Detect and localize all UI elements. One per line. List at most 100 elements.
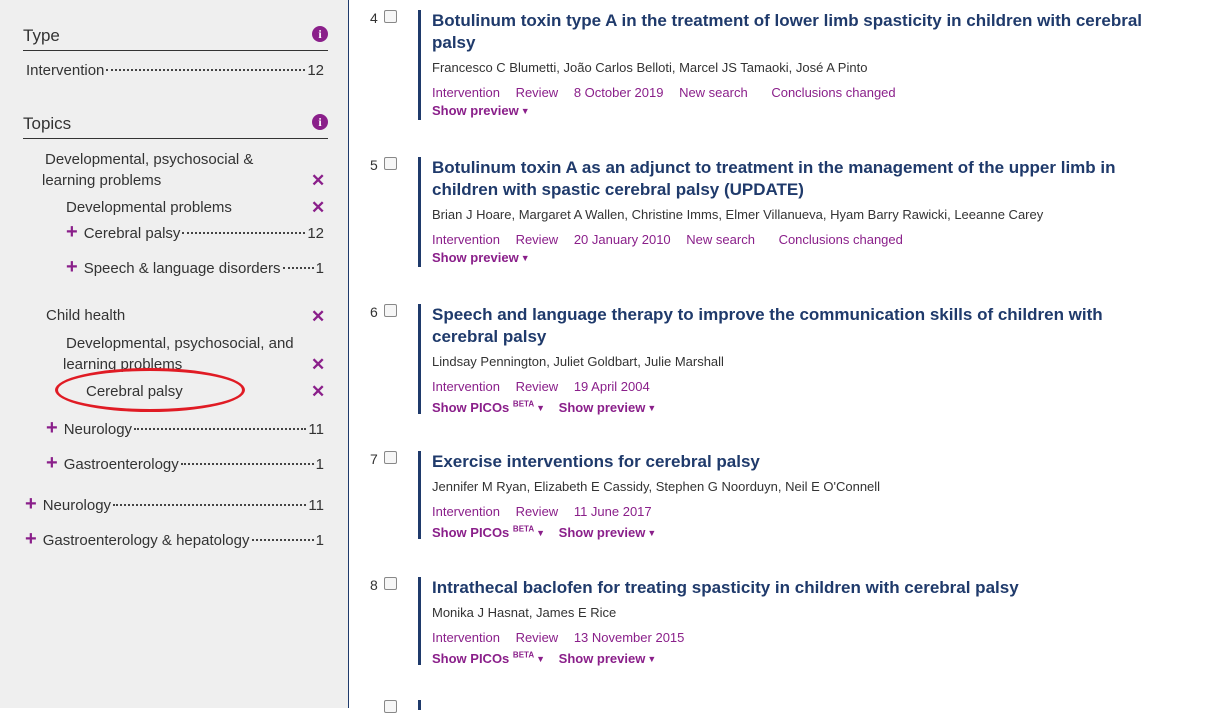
- result-type: Intervention: [432, 630, 500, 645]
- remove-filter-icon[interactable]: ✕: [311, 308, 325, 325]
- show-preview-label: Show preview: [432, 103, 519, 118]
- result-item: 5 Botulinum toxin A as an adjunct to tre…: [362, 157, 1142, 267]
- topic-item-gastroenterology-hepatology[interactable]: + Gastroenterology & hepatology 1: [25, 529, 324, 549]
- result-bar: [418, 10, 421, 120]
- result-title-link[interactable]: Intrathecal baclofen for treating spasti…: [432, 577, 1142, 599]
- result-stage: Review: [515, 630, 559, 645]
- show-preview-button[interactable]: Show preview ▼: [432, 103, 530, 118]
- result-date: 11 June 2017: [573, 504, 652, 519]
- selected-topic-developmental-psychosocial-and[interactable]: Developmental, psychosocial, and: [66, 333, 294, 354]
- result-date: 19 April 2004: [573, 379, 650, 394]
- show-picos-label: Show PICOs: [432, 525, 510, 541]
- topic-label: Neurology: [42, 497, 112, 514]
- result-checkbox[interactable]: [384, 304, 397, 317]
- show-picos-button[interactable]: Show PICOs BETA ▼: [432, 400, 545, 415]
- result-bar: [418, 577, 421, 665]
- dot-leader: [134, 428, 307, 430]
- info-icon[interactable]: i: [312, 26, 328, 42]
- result-stage: Review: [515, 232, 559, 247]
- result-number: 7: [370, 451, 378, 467]
- expand-plus-icon[interactable]: +: [46, 453, 58, 473]
- topic-label: Gastroenterology: [63, 456, 179, 473]
- result-meta: Intervention Review 13 November 2015: [432, 629, 1142, 647]
- result-item: 7 Exercise interventions for cerebral pa…: [362, 451, 1142, 540]
- result-date: 8 October 2019: [573, 85, 664, 100]
- show-picos-label: Show PICOs: [432, 400, 510, 416]
- show-preview-button[interactable]: Show preview ▼: [559, 651, 657, 666]
- result-authors: Francesco C Blumetti, João Carlos Bellot…: [432, 60, 868, 75]
- result-bar: [418, 304, 421, 414]
- result-authors: Lindsay Pennington, Juliet Goldbart, Jul…: [432, 354, 724, 369]
- remove-filter-icon[interactable]: ✕: [311, 172, 325, 189]
- filter-item-intervention[interactable]: Intervention 12: [26, 62, 324, 79]
- topic-label: Gastroenterology & hepatology: [42, 532, 250, 549]
- info-icon[interactable]: i: [312, 114, 328, 130]
- topic-label: Developmental, psychosocial &: [45, 151, 254, 168]
- result-title-link[interactable]: Botulinum toxin A as an adjunct to treat…: [432, 157, 1142, 201]
- topic-item-cerebral-palsy[interactable]: + Cerebral palsy 12: [66, 222, 324, 242]
- result-title-link[interactable]: Speech and language therapy to improve t…: [432, 304, 1142, 348]
- caret-down-icon: ▼: [520, 106, 530, 116]
- dot-leader: [113, 504, 307, 506]
- selected-topic-developmental-psychosocial-line2[interactable]: learning problems: [42, 170, 161, 191]
- dot-leader: [106, 69, 306, 71]
- show-picos-button[interactable]: Show PICOs BETA ▼: [432, 651, 545, 666]
- caret-down-icon: ▼: [536, 403, 546, 414]
- show-preview-label: Show preview: [558, 400, 646, 416]
- result-checkbox[interactable]: [384, 700, 397, 713]
- topic-item-neurology-sub[interactable]: + Neurology 11: [46, 418, 324, 438]
- result-type: Intervention: [432, 379, 500, 394]
- result-flag-new-search: New search: [679, 85, 748, 100]
- remove-filter-icon[interactable]: ✕: [311, 356, 325, 373]
- topic-item-speech-language[interactable]: + Speech & language disorders 1: [66, 257, 324, 277]
- show-picos-button[interactable]: Show PICOs BETA ▼: [432, 525, 545, 540]
- result-checkbox[interactable]: [384, 577, 397, 590]
- filter-item-label: Intervention: [26, 62, 105, 79]
- remove-filter-icon[interactable]: ✕: [311, 199, 325, 216]
- topic-label: Speech & language disorders: [83, 260, 281, 277]
- result-stage: Review: [515, 379, 559, 394]
- result-bar: [418, 157, 421, 267]
- result-item: 6 Speech and language therapy to improve…: [362, 304, 1142, 415]
- result-item-partial: [362, 700, 1142, 713]
- dot-leader: [251, 539, 314, 541]
- caret-down-icon: ▼: [647, 654, 657, 665]
- expand-plus-icon[interactable]: +: [25, 494, 37, 514]
- result-meta: Intervention Review 20 January 2010 New …: [432, 231, 1142, 249]
- selected-topic-developmental-problems[interactable]: Developmental problems: [66, 197, 232, 218]
- dot-leader: [282, 267, 314, 269]
- show-preview-button[interactable]: Show preview ▼: [559, 525, 657, 540]
- result-checkbox[interactable]: [384, 451, 397, 464]
- result-number: 8: [370, 577, 378, 593]
- show-preview-button[interactable]: Show preview ▼: [559, 400, 657, 415]
- result-title-link[interactable]: Exercise interventions for cerebral pals…: [432, 451, 1142, 473]
- show-preview-label: Show preview: [558, 525, 646, 541]
- expand-plus-icon[interactable]: +: [25, 529, 37, 549]
- result-meta: Intervention Review 11 June 2017: [432, 503, 1142, 521]
- expand-plus-icon[interactable]: +: [66, 257, 78, 277]
- result-authors: Monika J Hasnat, James E Rice: [432, 605, 617, 620]
- annotation-ellipse: [55, 368, 245, 412]
- caret-down-icon: ▼: [536, 654, 546, 665]
- show-preview-button[interactable]: Show preview ▼: [432, 250, 530, 265]
- selected-topic-child-health[interactable]: Child health: [46, 305, 125, 326]
- result-authors: Jennifer M Ryan, Elizabeth E Cassidy, St…: [432, 479, 881, 494]
- result-title-link[interactable]: Botulinum toxin type A in the treatment …: [432, 10, 1142, 54]
- result-flag-new-search: New search: [686, 232, 755, 247]
- topic-label: Cerebral palsy: [83, 225, 181, 242]
- result-checkbox[interactable]: [384, 10, 397, 23]
- topic-label: learning problems: [42, 172, 162, 189]
- result-checkbox[interactable]: [384, 157, 397, 170]
- topic-count: 11: [308, 421, 324, 438]
- caret-down-icon: ▼: [536, 528, 546, 539]
- result-authors: Brian J Hoare, Margaret A Wallen, Christ…: [432, 207, 1044, 222]
- topic-item-gastroenterology-sub[interactable]: + Gastroenterology 1: [46, 453, 324, 473]
- selected-topic-developmental-psychosocial[interactable]: Developmental, psychosocial &: [45, 149, 253, 170]
- beta-badge: BETA: [512, 400, 535, 409]
- result-number: 4: [370, 10, 378, 26]
- expand-plus-icon[interactable]: +: [66, 222, 78, 242]
- expand-plus-icon[interactable]: +: [46, 418, 58, 438]
- remove-filter-icon[interactable]: ✕: [311, 383, 325, 400]
- topic-item-neurology[interactable]: + Neurology 11: [25, 494, 324, 514]
- result-bar: [418, 700, 421, 710]
